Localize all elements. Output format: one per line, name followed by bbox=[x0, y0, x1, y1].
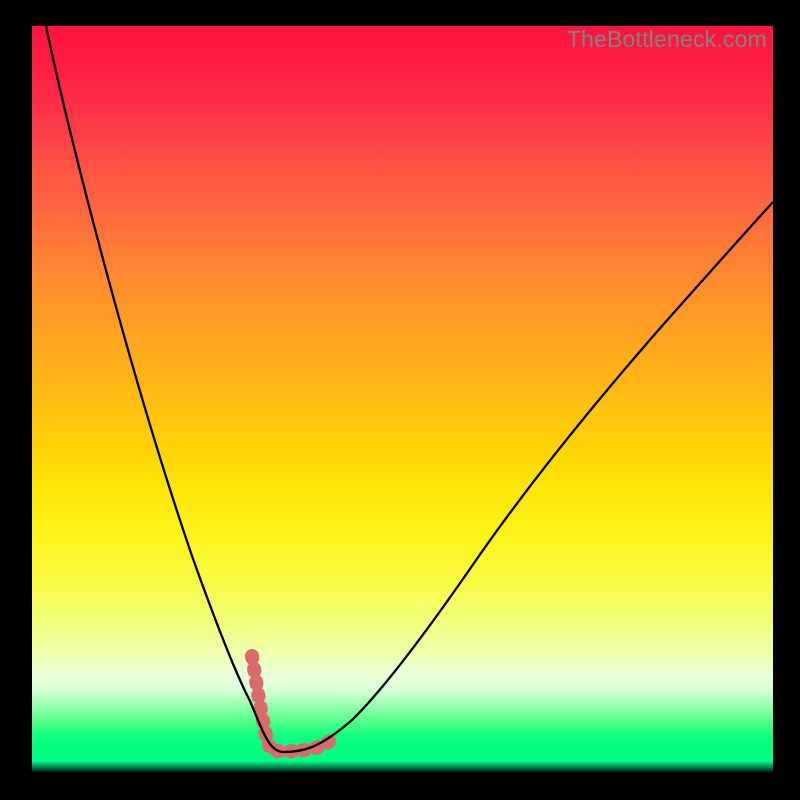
plot-area: TheBottleneck.com bbox=[32, 26, 773, 773]
watermark-text: TheBottleneck.com bbox=[567, 26, 767, 53]
highlight-left bbox=[252, 656, 269, 746]
main-curve bbox=[46, 26, 773, 752]
curve-layer bbox=[32, 26, 773, 773]
chart-container: TheBottleneck.com bbox=[0, 0, 800, 800]
